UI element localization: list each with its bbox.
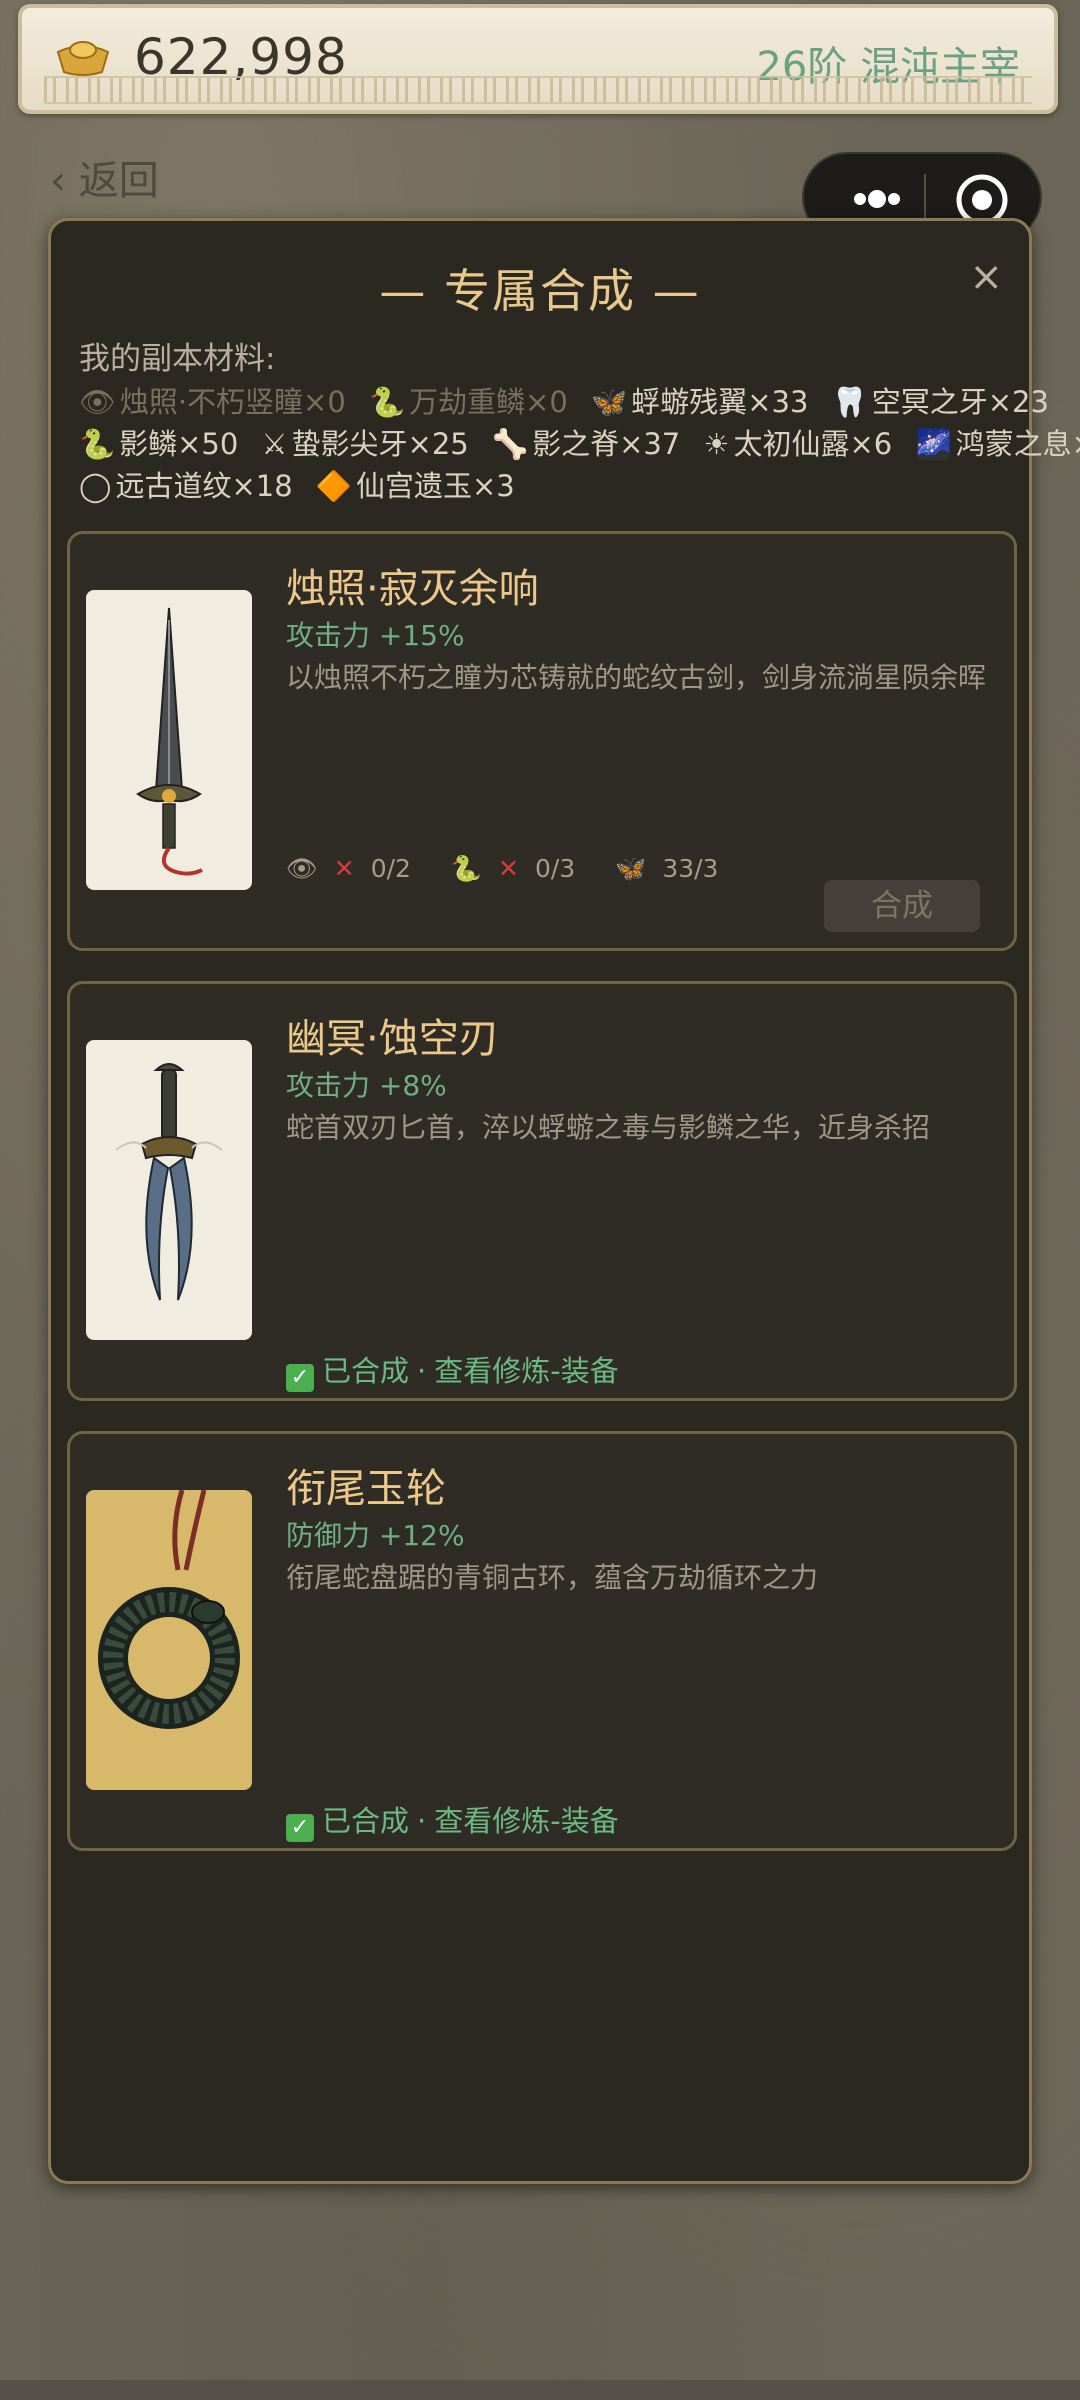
capsule-divider <box>924 174 926 224</box>
back-button[interactable]: ‹ 返回 <box>50 148 159 206</box>
crafted-status: ✓ 已合成 · 查看修炼-装备 <box>286 1348 619 1392</box>
material-item: ◯ 远古道纹×18 <box>79 469 293 503</box>
fret-border <box>44 76 1032 104</box>
material-item: ⚔ 蛰影尖牙×25 <box>261 427 469 461</box>
material-item: 🦋 蜉蝣残翼×33 <box>591 385 809 419</box>
missing-mark: ✕ <box>333 854 355 883</box>
currency-bar: 622,998 26阶 混沌主宰 <box>18 4 1058 114</box>
ouroboros-ring-icon <box>98 1490 240 1729</box>
material-item: ☀ 太初仙露×6 <box>703 427 893 461</box>
item-name: 衔尾玉轮 <box>286 1466 446 1512</box>
tooth-icon: 🦷 <box>831 385 868 419</box>
serpent-icon: 🐍 <box>369 385 406 419</box>
item-description: 蛇首双刃匕首，淬以蜉蝣之毒与影鳞之华，近身杀招 <box>286 1111 931 1144</box>
item-card: 幽冥·蚀空刃 攻击力 +8% 蛇首双刃匕首，淬以蜉蝣之毒与影鳞之华，近身杀招 ✓… <box>67 981 1017 1401</box>
bone-icon: 🦴 <box>491 427 529 461</box>
requirements: 👁 ✕ 0/2 🐍 ✕ 0/3 🦋 33/3 <box>286 854 750 884</box>
material-item: 🐍 影鳞×50 <box>79 427 239 461</box>
item-description: 以烛照不朽之瞳为芯铸就的蛇纹古剑，剑身流淌星陨余晖 <box>286 661 987 694</box>
item-description: 衔尾蛇盘踞的青铜古环，蕴含万劫循环之力 <box>286 1561 819 1594</box>
item-stat: 攻击力 +15% <box>286 619 465 652</box>
requirement-item: 🦋 33/3 <box>615 854 719 883</box>
materials-row: 👁 烛照·不朽竖瞳×0 🐍 万劫重鳞×0 🦋 蜉蝣残翼×33 🦷 空冥之牙×23 <box>79 379 1063 421</box>
missing-mark: ✕ <box>498 854 519 883</box>
material-item: 🌌鸿蒙之息×14 <box>915 427 1080 461</box>
material-item: 👁 烛照·不朽竖瞳×0 <box>79 385 346 419</box>
materials-row: 🐍影鳞×50 ⚔蛰影尖牙×25 🦴影之脊×37 ☀太初仙露×6 🌌鸿蒙之息×14 <box>79 421 1080 463</box>
view-equipment-link[interactable]: 查看修炼-装备 <box>434 1804 618 1838</box>
eye-icon: 👁 <box>286 854 318 883</box>
material-item: 🔶 仙宫遗玉×3 <box>315 469 515 503</box>
material-item: 🦴 影之脊×37 <box>491 427 681 461</box>
close-icon[interactable]: × <box>969 257 1003 297</box>
sun-icon: ☀ <box>703 427 730 461</box>
craft-button[interactable]: 合成 <box>824 880 980 932</box>
item-name: 烛照·寂灭余响 <box>286 566 539 612</box>
checkmark-icon: ✓ <box>286 1814 314 1842</box>
butterfly-icon: 🦋 <box>615 854 647 883</box>
swords-icon: ⚔ <box>261 427 288 461</box>
material-item: 🦷 空冥之牙×23 <box>831 385 1049 419</box>
materials-label: 我的副本材料: <box>79 341 276 377</box>
item-stat: 攻击力 +8% <box>286 1069 447 1102</box>
view-equipment-link[interactable]: 查看修炼-装备 <box>434 1354 618 1388</box>
serpent-icon: 🐍 <box>450 854 483 883</box>
item-image <box>86 1490 252 1790</box>
snake-icon: 🐍 <box>79 427 116 461</box>
item-image <box>86 1040 252 1340</box>
crafted-status: ✓ 已合成 · 查看修炼-装备 <box>286 1798 619 1842</box>
requirement-item: 👁 ✕ 0/2 <box>286 854 411 883</box>
material-item: 🐍 万劫重鳞×0 <box>369 385 568 419</box>
eye-icon: 👁 <box>79 385 116 419</box>
butterfly-icon: 🦋 <box>591 385 628 419</box>
dagger-icon <box>115 1063 223 1301</box>
gold-ingot-icon <box>56 41 110 76</box>
bottom-bar <box>0 2380 1080 2400</box>
materials-row: ◯ 远古道纹×18 🔶 仙宫遗玉×3 <box>79 463 529 505</box>
item-name: 幽冥·蚀空刃 <box>286 1016 499 1062</box>
sword-icon <box>136 607 203 876</box>
requirement-item: 🐍 ✕ 0/3 <box>450 854 576 883</box>
item-stat: 防御力 +12% <box>286 1519 465 1552</box>
item-card: 烛照·寂灭余响 攻击力 +15% 以烛照不朽之瞳为芯铸就的蛇纹古剑，剑身流淌星陨… <box>67 531 1017 951</box>
galaxy-icon: 🌌 <box>915 427 952 461</box>
jade-icon: 🔶 <box>315 469 352 503</box>
modal-title: — 专属合成 — <box>379 264 701 318</box>
item-image <box>86 590 252 890</box>
exclusive-craft-modal: — 专属合成 — × 我的副本材料: 👁 烛照·不朽竖瞳×0 🐍 万劫重鳞×0 🦋 蜉… <box>48 218 1080 2184</box>
item-card: 衔尾玉轮 防御力 +12% 衔尾蛇盘踞的青铜古环，蕴含万劫循环之力 ✓ 已合成 · 查… <box>67 1431 1017 1851</box>
checkmark-icon: ✓ <box>286 1364 314 1392</box>
ring-icon: ◯ <box>79 469 112 503</box>
